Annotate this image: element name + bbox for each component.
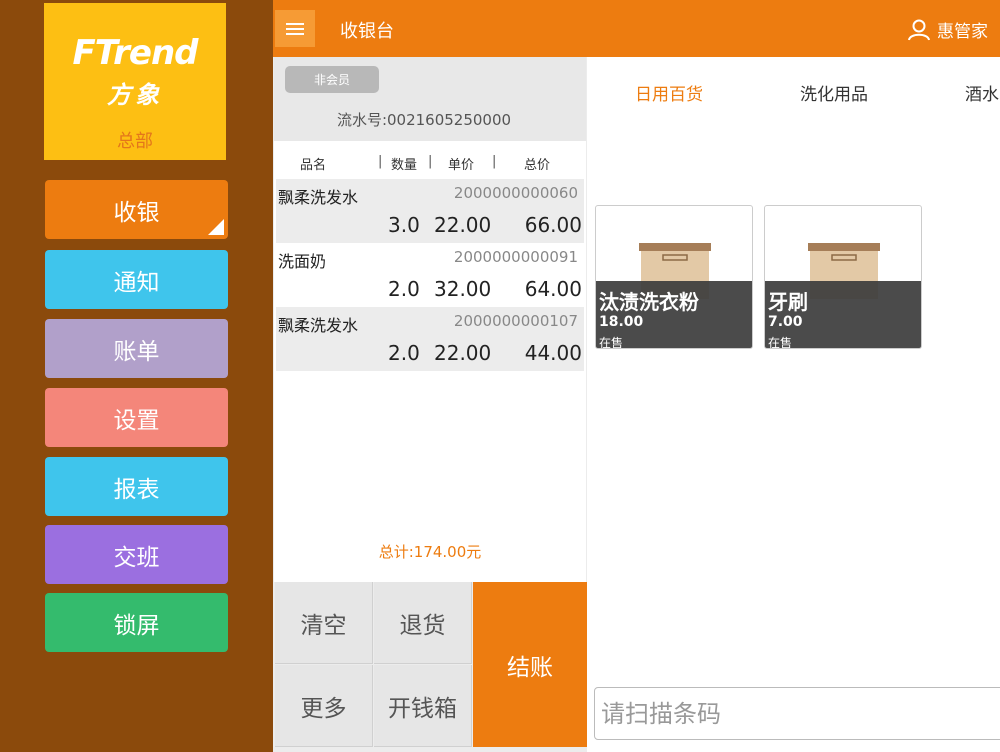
ticket-row[interactable]: 飘柔洗发水 2000000000060 3.0 22.00 66.00 [276, 179, 584, 243]
table-header: 品名 | 数量 | 单价 | 总价 [274, 147, 586, 177]
item-code: 2000000000107 [453, 312, 578, 330]
product-price: 18.00 [599, 314, 644, 330]
product-price: 7.00 [768, 314, 803, 330]
col-separator: | [428, 154, 433, 169]
store-name: 总部 [117, 131, 153, 152]
user-menu[interactable]: 惠管家 [907, 17, 988, 42]
logo-brand-en: FTrend [72, 33, 198, 73]
checkout-button[interactable]: 结账 [473, 582, 587, 747]
tab-drinks[interactable]: 酒水 [965, 80, 999, 105]
item-code: 2000000000091 [453, 248, 578, 266]
hamburger-icon [286, 22, 304, 35]
nav-bill-button[interactable]: 账单 [45, 319, 228, 378]
nav-cashier-button[interactable]: 收银 [45, 180, 228, 239]
nav-label: 收银 [113, 199, 160, 226]
ticket-row[interactable]: 飘柔洗发水 2000000000107 2.0 22.00 44.00 [276, 307, 584, 371]
item-name: 洗面奶 [278, 252, 327, 271]
nav-label: 锁屏 [113, 612, 160, 639]
item-total: 64.00 [524, 277, 582, 301]
member-button[interactable]: 非会员 [285, 66, 379, 93]
nav-shift-button[interactable]: 交班 [45, 525, 228, 584]
item-price: 22.00 [434, 341, 492, 365]
item-qty: 2.0 [388, 341, 420, 365]
col-total: 总价 [524, 158, 551, 173]
item-price: 22.00 [434, 213, 492, 237]
page-title: 收银台 [340, 21, 394, 42]
nav-label: 设置 [113, 407, 160, 434]
nav-lock-button[interactable]: 锁屏 [45, 593, 228, 652]
product-area: 日用百货 洗化用品 酒水 汰渍洗衣粉 18.00 在售 牙刷 7.00 在售 [587, 57, 1000, 752]
nav-label: 交班 [113, 544, 160, 571]
item-total: 44.00 [524, 341, 582, 365]
ticket-total: 总计:174.00元 [378, 543, 482, 561]
product-status: 在售 [768, 336, 793, 349]
logo-brand-cn: 方象 [107, 81, 163, 109]
product-card[interactable]: 汰渍洗衣粉 18.00 在售 [595, 205, 753, 349]
item-qty: 3.0 [388, 213, 420, 237]
item-code: 2000000000060 [453, 184, 578, 202]
nav-label: 账单 [113, 338, 160, 365]
user-name: 惠管家 [937, 22, 988, 42]
col-separator: | [378, 154, 383, 169]
nav-notice-button[interactable]: 通知 [45, 250, 228, 309]
menu-button[interactable] [275, 10, 315, 47]
user-icon [908, 19, 930, 40]
more-button[interactable]: 更多 [275, 665, 373, 747]
barcode-input[interactable] [594, 687, 1000, 740]
clear-button[interactable]: 清空 [275, 582, 373, 664]
ticket-row[interactable]: 洗面奶 2000000000091 2.0 32.00 64.00 [276, 243, 584, 307]
nav-settings-button[interactable]: 设置 [45, 388, 228, 447]
product-info: 牙刷 7.00 在售 [765, 281, 921, 349]
product-status: 在售 [599, 336, 624, 349]
product-info: 汰渍洗衣粉 18.00 在售 [596, 281, 752, 349]
header: 收银台 惠管家 [273, 0, 1000, 57]
ticket-panel: 非会员 流水号:0021605250000 品名 | 数量 | 单价 | 总价 … [274, 57, 586, 582]
col-qty: 数量 [391, 158, 418, 173]
active-corner-icon [208, 219, 224, 235]
item-price: 32.00 [434, 277, 492, 301]
col-separator: | [492, 154, 497, 169]
open-drawer-button[interactable]: 开钱箱 [374, 665, 472, 747]
product-card[interactable]: 牙刷 7.00 在售 [764, 205, 922, 349]
nav-label: 报表 [113, 476, 160, 503]
item-name: 飘柔洗发水 [278, 188, 359, 207]
serial-number: 流水号:0021605250000 [336, 111, 512, 129]
tab-daily-goods[interactable]: 日用百货 [635, 80, 703, 105]
tab-toiletries[interactable]: 洗化用品 [800, 80, 868, 105]
item-name: 飘柔洗发水 [278, 316, 359, 335]
ticket-header: 非会员 流水号:0021605250000 [274, 57, 586, 141]
col-price: 单价 [448, 158, 475, 173]
logo: FTrend 方象 总部 [44, 3, 226, 160]
nav-label: 通知 [113, 269, 160, 296]
item-qty: 2.0 [388, 277, 420, 301]
product-name: 汰渍洗衣粉 [599, 290, 699, 314]
nav-report-button[interactable]: 报表 [45, 457, 228, 516]
sidebar: FTrend 方象 总部 收银 通知 账单 设置 报表 交班 锁屏 [0, 0, 273, 752]
refund-button[interactable]: 退货 [374, 582, 472, 664]
product-name: 牙刷 [768, 290, 808, 314]
col-name: 品名 [300, 158, 327, 173]
item-total: 66.00 [524, 213, 582, 237]
